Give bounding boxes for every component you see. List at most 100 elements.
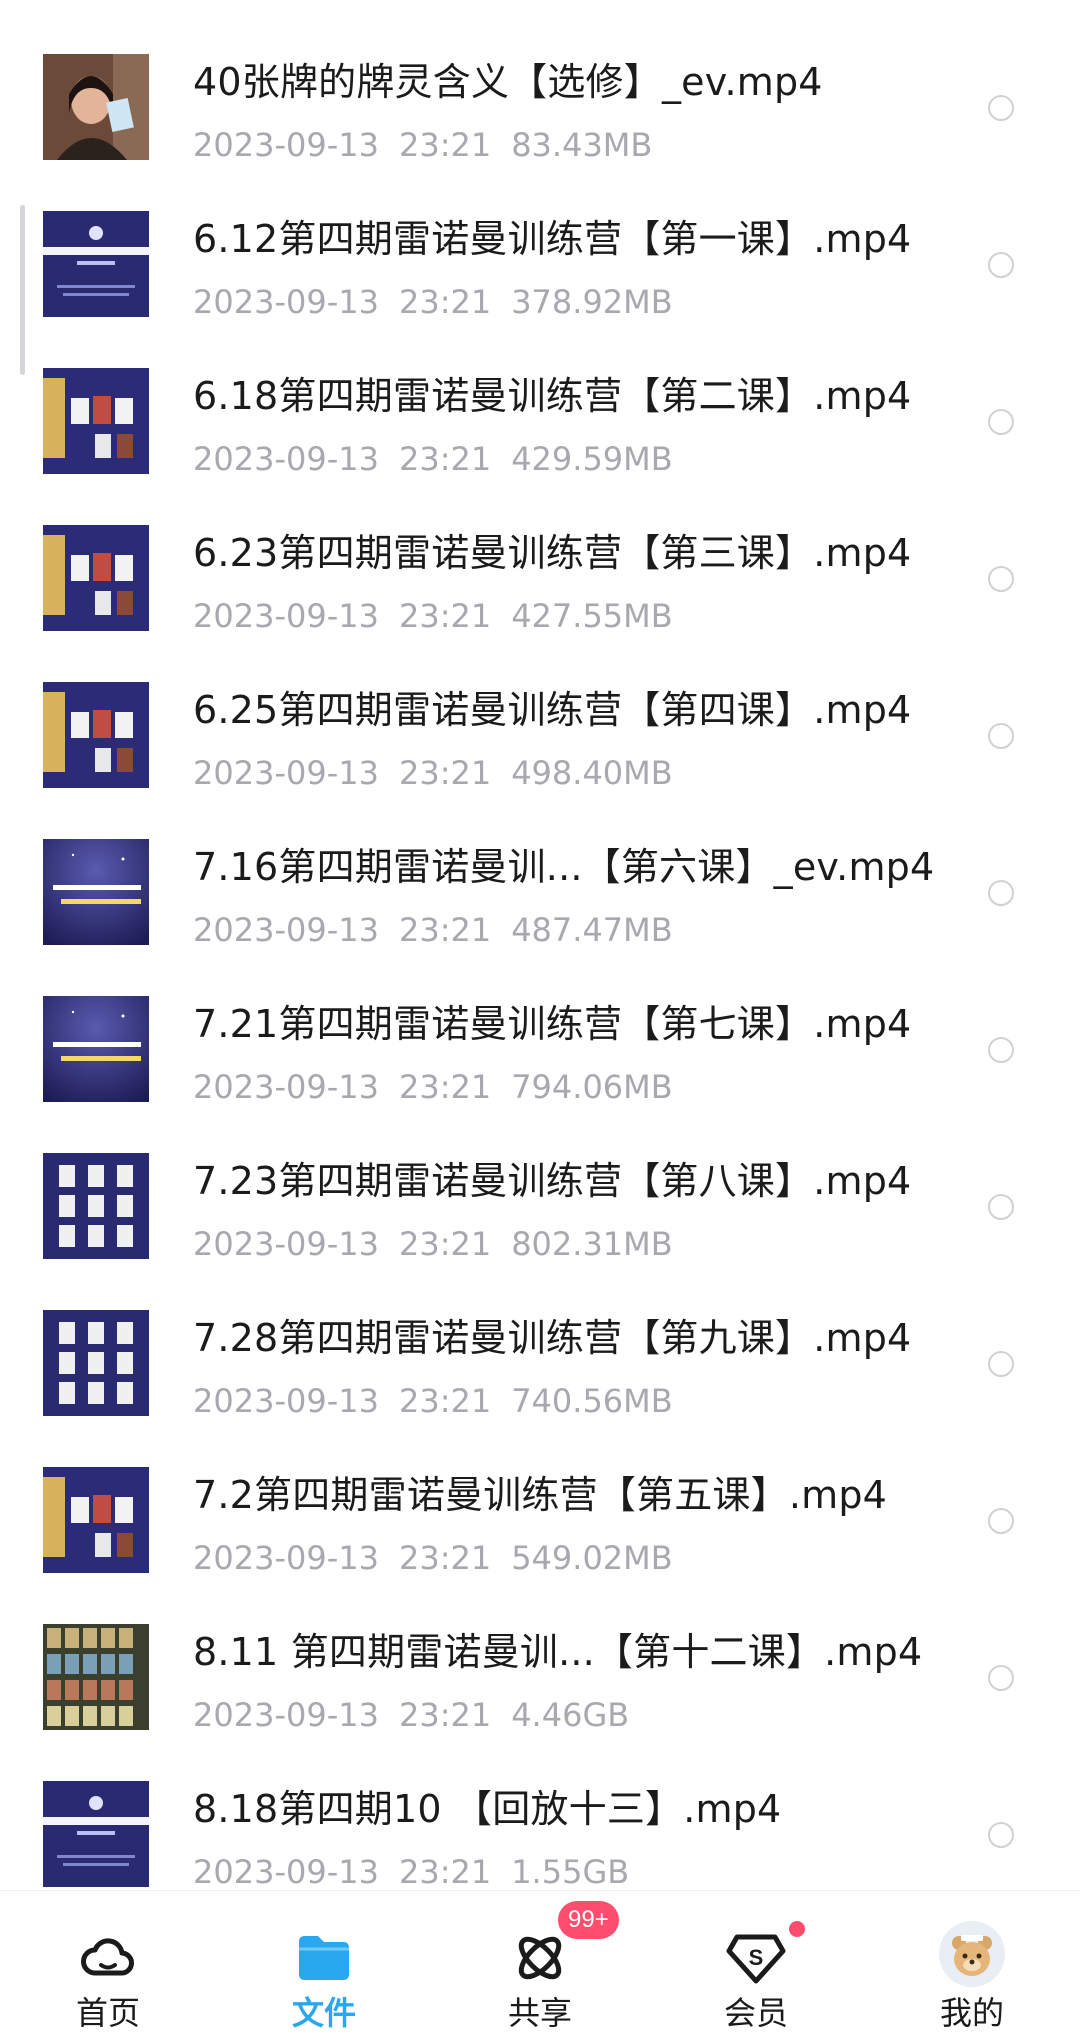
file-time: 23:21 [398, 1225, 492, 1263]
notification-badge: 99+ [558, 1901, 619, 1939]
file-size: 794.06MB [511, 1068, 673, 1106]
file-list-item[interactable]: 40张牌的牌灵含义【选修】_ev.mp4 2023-09-13 23:21 83.4… [0, 11, 1080, 168]
file-name: 6.18第四期雷诺曼训练营【第二课】.mp4 [193, 374, 912, 418]
file-size: 4.46GB [511, 1696, 630, 1734]
file-meta: 2023-09-13 23:21 740.56MB [193, 1381, 693, 1421]
file-size: 802.31MB [511, 1225, 673, 1263]
file-meta: 2023-09-13 23:21 83.43MB [193, 125, 672, 165]
select-radio[interactable] [988, 880, 1014, 906]
video-thumbnail [43, 682, 149, 788]
file-meta: 2023-09-13 23:21 4.46GB [193, 1695, 649, 1735]
video-thumbnail [43, 1624, 149, 1730]
select-radio[interactable] [988, 1194, 1014, 1220]
file-name: 40张牌的牌灵含义【选修】_ev.mp4 [193, 60, 823, 104]
file-time: 23:21 [398, 754, 492, 792]
file-size: 487.47MB [511, 911, 673, 949]
file-list-item[interactable]: 6.12第四期雷诺曼训练营【第一课】.mp4 2023-09-13 23:21 37… [0, 168, 1080, 325]
file-list-item[interactable]: 8.18第四期10 【回放十三】.mp4 2023-09-13 23:21 1.55… [0, 1738, 1080, 1890]
file-date: 2023-09-13 [193, 911, 379, 949]
tab-share[interactable]: 99+ 共享 [432, 1891, 648, 2041]
video-thumbnail [43, 996, 149, 1102]
file-name: 7.16第四期雷诺曼训...【第六课】_ev.mp4 [193, 845, 935, 889]
file-name: 7.23第四期雷诺曼训练营【第八课】.mp4 [193, 1159, 912, 1203]
file-date: 2023-09-13 [193, 283, 379, 321]
file-meta: 2023-09-13 23:21 498.40MB [193, 753, 693, 793]
file-meta: 2023-09-13 23:21 487.47MB [193, 910, 693, 950]
select-radio[interactable] [988, 1037, 1014, 1063]
video-thumbnail [43, 1310, 149, 1416]
video-thumbnail [43, 211, 149, 317]
file-list-item[interactable]: 7.23第四期雷诺曼训练营【第八课】.mp4 2023-09-13 23:21 80… [0, 1110, 1080, 1267]
select-radio[interactable] [988, 1508, 1014, 1534]
file-name: 7.28第四期雷诺曼训练营【第九课】.mp4 [193, 1316, 912, 1360]
file-time: 23:21 [398, 597, 492, 635]
file-size: 429.59MB [511, 440, 673, 478]
video-thumbnail [43, 1467, 149, 1573]
select-radio[interactable] [988, 566, 1014, 592]
svg-text:S: S [749, 1945, 764, 1970]
select-radio[interactable] [988, 409, 1014, 435]
file-date: 2023-09-13 [193, 1696, 379, 1734]
file-date: 2023-09-13 [193, 1068, 379, 1106]
file-time: 23:21 [398, 1853, 492, 1890]
tab-label: 共享 [507, 1994, 572, 2032]
select-radio[interactable] [988, 1665, 1014, 1691]
file-date: 2023-09-13 [193, 1225, 379, 1263]
file-date: 2023-09-13 [193, 440, 379, 478]
file-list-item[interactable]: 6.25第四期雷诺曼训练营【第四课】.mp4 2023-09-13 23:21 49… [0, 639, 1080, 796]
file-date: 2023-09-13 [193, 126, 379, 164]
select-radio[interactable] [988, 1822, 1014, 1848]
file-meta: 2023-09-13 23:21 802.31MB [193, 1224, 693, 1264]
file-name: 7.2第四期雷诺曼训练营【第五课】.mp4 [193, 1473, 888, 1517]
video-thumbnail [43, 1781, 149, 1887]
file-time: 23:21 [398, 440, 492, 478]
avatar [939, 1921, 1005, 1987]
folder-icon [299, 1936, 349, 1980]
tab-vip[interactable]: S 会员 [648, 1891, 864, 2041]
file-size: 83.43MB [511, 126, 653, 164]
video-thumbnail [43, 1153, 149, 1259]
file-meta: 2023-09-13 23:21 429.59MB [193, 439, 693, 479]
file-name: 8.18第四期10 【回放十三】.mp4 [193, 1787, 782, 1831]
file-meta: 2023-09-13 23:21 1.55GB [193, 1852, 649, 1890]
select-radio[interactable] [988, 95, 1014, 121]
file-list-item[interactable]: 7.21第四期雷诺曼训练营【第七课】.mp4 2023-09-13 23:21 79… [0, 953, 1080, 1110]
tab-home[interactable]: 首页 [0, 1891, 216, 2041]
file-list-item[interactable]: 7.16第四期雷诺曼训...【第六课】_ev.mp4 2023-09-13 23:… [0, 796, 1080, 953]
file-time: 23:21 [398, 283, 492, 321]
cloud-icon [81, 1938, 134, 1976]
video-thumbnail [43, 368, 149, 474]
file-size: 427.55MB [511, 597, 673, 635]
file-time: 23:21 [398, 911, 492, 949]
file-size: 740.56MB [511, 1382, 673, 1420]
file-size: 549.02MB [511, 1539, 673, 1577]
file-name: 7.21第四期雷诺曼训练营【第七课】.mp4 [193, 1002, 912, 1046]
file-time: 23:21 [398, 1382, 492, 1420]
select-radio[interactable] [988, 723, 1014, 749]
file-list-item[interactable]: 7.2第四期雷诺曼训练营【第五课】.mp4 2023-09-13 23:21 549… [0, 1424, 1080, 1581]
share-orbit-icon [518, 1936, 562, 1980]
vip-diamond-icon: S [726, 1934, 786, 1984]
select-radio[interactable] [988, 252, 1014, 278]
file-time: 23:21 [398, 126, 492, 164]
file-time: 23:21 [398, 1068, 492, 1106]
file-name: 6.12第四期雷诺曼训练营【第一课】.mp4 [193, 217, 912, 261]
tab-label: 会员 [723, 1994, 788, 2032]
file-list-item[interactable]: 6.18第四期雷诺曼训练营【第二课】.mp4 2023-09-13 23:21 42… [0, 325, 1080, 482]
notification-dot [789, 1921, 805, 1937]
file-date: 2023-09-13 [193, 754, 379, 792]
file-date: 2023-09-13 [193, 1382, 379, 1420]
file-size: 378.92MB [511, 283, 673, 321]
file-name: 8.11 第四期雷诺曼训...【第十二课】.mp4 [193, 1630, 923, 1674]
file-list: 40张牌的牌灵含义【选修】_ev.mp4 2023-09-13 23:21 83.4… [0, 0, 1080, 1890]
file-list-item[interactable]: 8.11 第四期雷诺曼训...【第十二课】.mp4 2023-09-13 23:2… [0, 1581, 1080, 1738]
file-list-item[interactable]: 7.28第四期雷诺曼训练营【第九课】.mp4 2023-09-13 23:21 74… [0, 1267, 1080, 1424]
file-meta: 2023-09-13 23:21 794.06MB [193, 1067, 693, 1107]
file-name: 6.25第四期雷诺曼训练营【第四课】.mp4 [193, 688, 912, 732]
file-list-item[interactable]: 6.23第四期雷诺曼训练营【第三课】.mp4 2023-09-13 23:21 42… [0, 482, 1080, 639]
file-meta: 2023-09-13 23:21 549.02MB [193, 1538, 693, 1578]
tab-files[interactable]: 文件 [216, 1891, 432, 2041]
video-thumbnail [43, 54, 149, 160]
tab-me[interactable]: 我的 [864, 1891, 1080, 2041]
select-radio[interactable] [988, 1351, 1014, 1377]
